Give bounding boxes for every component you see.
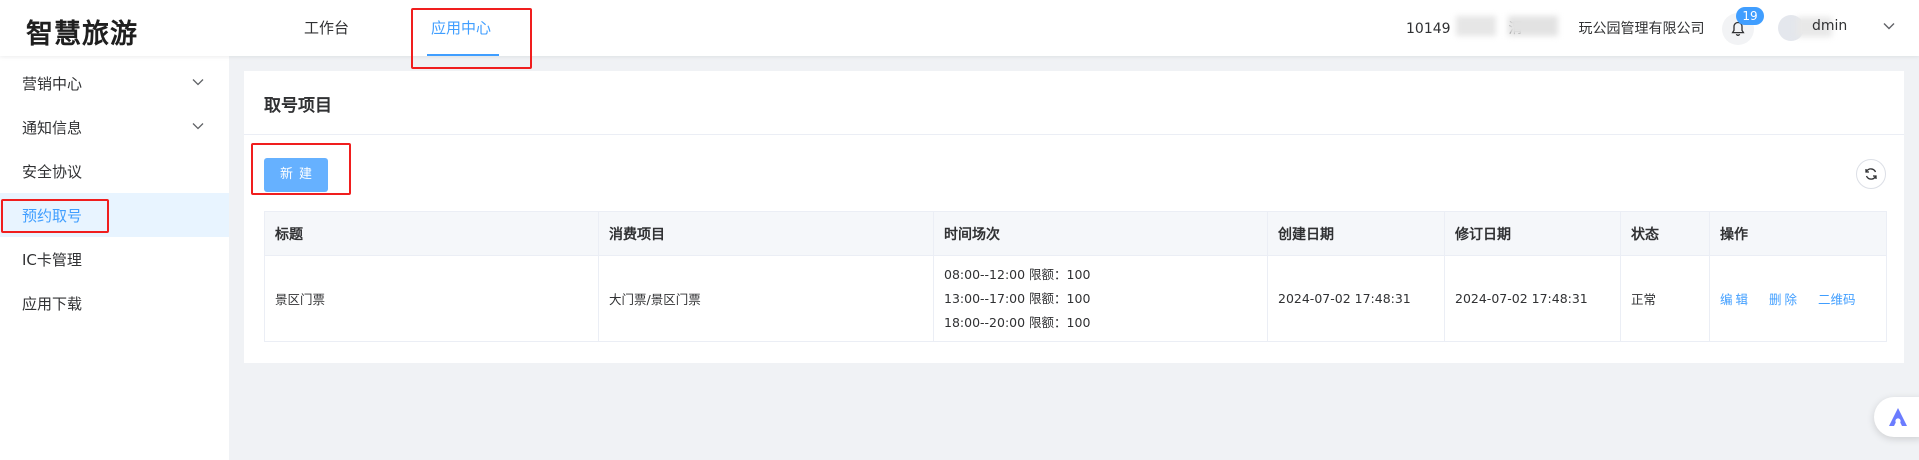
project-table: 标题 消费项目 时间场次 创建日期 修订日期 状态 操作 景区门票 大门票/景区…	[264, 211, 1887, 342]
edit-link[interactable]: 编辑	[1720, 292, 1751, 307]
cell-modified: 2024-07-02 17:48:31	[1444, 255, 1621, 342]
cell-created: 2024-07-02 17:48:31	[1267, 255, 1445, 342]
refresh-icon	[1865, 168, 1877, 180]
sidebar-item-download[interactable]: 应用下载	[0, 281, 229, 325]
content-card: 取号项目 新建 标题 消费项目 时间场次 创建日期 修订日期 状态 操作 景区门…	[244, 71, 1904, 363]
sidebar-item-label: 预约取号	[22, 207, 83, 225]
nav-active-indicator	[427, 54, 499, 56]
sidebar-item-label: IC卡管理	[22, 251, 82, 269]
column-header: 时间场次	[933, 211, 1268, 256]
sidebar-item-notifications[interactable]: 通知信息	[0, 105, 229, 149]
table-row: 景区门票 大门票/景区门票 08:00--12:00 限额：100 13:00-…	[264, 255, 1887, 342]
sidebar-item-ic-card[interactable]: IC卡管理	[0, 237, 229, 281]
chevron-down-icon	[192, 79, 204, 86]
sidebar-item-label: 安全协议	[22, 163, 83, 181]
table-header-row: 标题 消费项目 时间场次 创建日期 修订日期 状态 操作	[264, 211, 1887, 256]
time-slot: 18:00--20:00 限额：100	[944, 314, 1091, 330]
sidebar-item-reservation[interactable]: 预约取号	[0, 193, 229, 237]
sidebar-item-label: 营销中心	[22, 75, 83, 93]
column-header: 标题	[264, 211, 599, 256]
new-button[interactable]: 新建	[264, 158, 328, 192]
column-header: 修订日期	[1444, 211, 1621, 256]
assistant-icon	[1889, 408, 1907, 426]
divider	[244, 134, 1904, 135]
company-suffix: 玩公园管理有限公司	[1578, 21, 1705, 37]
column-header: 状态	[1620, 211, 1710, 256]
qrcode-link[interactable]: 二维码	[1818, 292, 1856, 307]
company-prefix: 10149	[1406, 21, 1451, 37]
refresh-button[interactable]	[1856, 159, 1886, 189]
notification-badge: 19	[1736, 7, 1764, 25]
sidebar-item-security[interactable]: 安全协议	[0, 149, 229, 193]
sidebar-item-label: 通知信息	[22, 119, 83, 137]
cell-actions: 编辑 删除 二维码	[1709, 255, 1887, 342]
app-logo: 智慧旅游	[26, 19, 138, 50]
cell-title: 景区门票	[264, 255, 599, 342]
cell-slots: 08:00--12:00 限额：100 13:00--17:00 限额：100 …	[933, 255, 1268, 342]
column-header: 创建日期	[1267, 211, 1445, 256]
assistant-button[interactable]	[1874, 397, 1919, 437]
delete-link[interactable]: 删除	[1769, 292, 1800, 307]
cell-status: 正常	[1620, 255, 1710, 342]
chevron-down-icon	[192, 123, 204, 130]
time-slot: 08:00--12:00 限额：100	[944, 266, 1091, 282]
nav-app-center[interactable]: 应用中心	[431, 17, 491, 38]
column-header: 消费项目	[598, 211, 934, 256]
sidebar-item-marketing[interactable]: 营销中心	[0, 61, 229, 105]
username[interactable]: dmin	[1812, 18, 1847, 34]
nav-workbench[interactable]: 工作台	[304, 17, 349, 38]
redaction-blur	[1456, 16, 1496, 36]
time-slot: 13:00--17:00 限额：100	[944, 290, 1091, 306]
redaction-blur	[1508, 16, 1558, 36]
chevron-down-icon[interactable]	[1883, 22, 1895, 30]
column-header: 操作	[1709, 211, 1887, 256]
sidebar: 营销中心 通知信息 安全协议 预约取号 IC卡管理 应用下载	[0, 56, 229, 460]
sidebar-item-label: 应用下载	[22, 295, 83, 313]
top-header: 智慧旅游 工作台 应用中心 10149渭玩公园管理有限公司 19 dmin	[0, 0, 1919, 56]
page-title: 取号项目	[264, 96, 332, 116]
cell-item: 大门票/景区门票	[598, 255, 934, 342]
